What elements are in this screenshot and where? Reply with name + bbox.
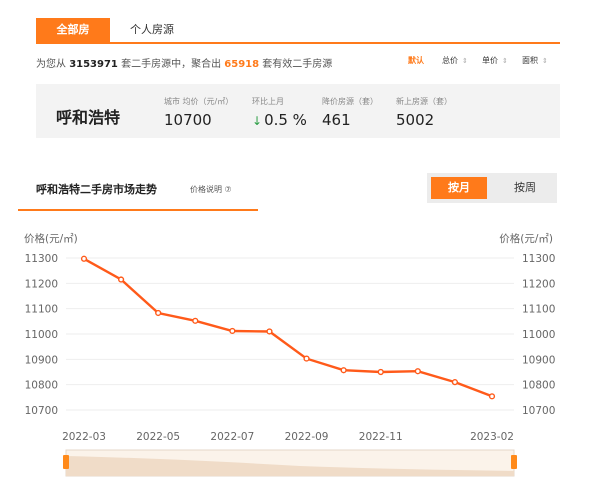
y-tick-label-right: 10900: [522, 354, 555, 366]
y-tick-label-right: 11200: [522, 278, 555, 290]
x-tick-label: 2023-02: [470, 431, 514, 443]
price-series-line: [83, 257, 493, 398]
y-tick-label-left: 10800: [25, 380, 58, 392]
data-point[interactable]: [377, 368, 384, 376]
y-tick-label-right: 10800: [522, 380, 555, 392]
y-tick-label-left: 11200: [25, 278, 58, 290]
data-point[interactable]: [451, 379, 459, 386]
range-handle-left[interactable]: [63, 455, 69, 469]
y-tick-label-left: 11000: [25, 329, 58, 341]
x-tick-label: 2022-03: [62, 431, 106, 443]
data-point[interactable]: [229, 327, 236, 335]
data-point[interactable]: [80, 255, 88, 262]
y-axis-label-left: 价格(元/㎡): [24, 232, 78, 245]
data-point[interactable]: [266, 328, 273, 335]
data-point[interactable]: [117, 276, 125, 283]
price-trend-chart: 价格(元/㎡) 价格(元/㎡) 10700 10700 10800 10800 1090…: [24, 232, 555, 477]
data-point[interactable]: [192, 317, 199, 324]
y-tick-label-left: 11100: [25, 304, 58, 316]
x-tick-label: 2022-07: [210, 431, 254, 443]
data-point[interactable]: [488, 393, 496, 400]
range-slider[interactable]: [63, 449, 517, 477]
y-axis-label-right: 价格(元/㎡): [499, 232, 553, 245]
x-tick-label: 2022-05: [136, 431, 180, 443]
data-point[interactable]: [414, 368, 421, 375]
x-tick-label: 2022-09: [285, 431, 329, 443]
y-tick-label-left: 10700: [25, 405, 58, 417]
range-handle-right[interactable]: [511, 455, 517, 469]
y-tick-label-right: 10700: [522, 405, 555, 417]
y-tick-label-left: 11300: [25, 253, 58, 265]
y-tick-label-left: 10900: [25, 354, 58, 366]
data-point[interactable]: [340, 367, 347, 374]
data-point[interactable]: [155, 309, 162, 317]
x-tick-label: 2022-11: [359, 431, 403, 443]
data-point[interactable]: [303, 355, 310, 362]
y-tick-label-right: 11300: [522, 253, 555, 265]
y-tick-label-right: 11000: [522, 329, 555, 341]
y-tick-label-right: 11100: [522, 304, 555, 316]
